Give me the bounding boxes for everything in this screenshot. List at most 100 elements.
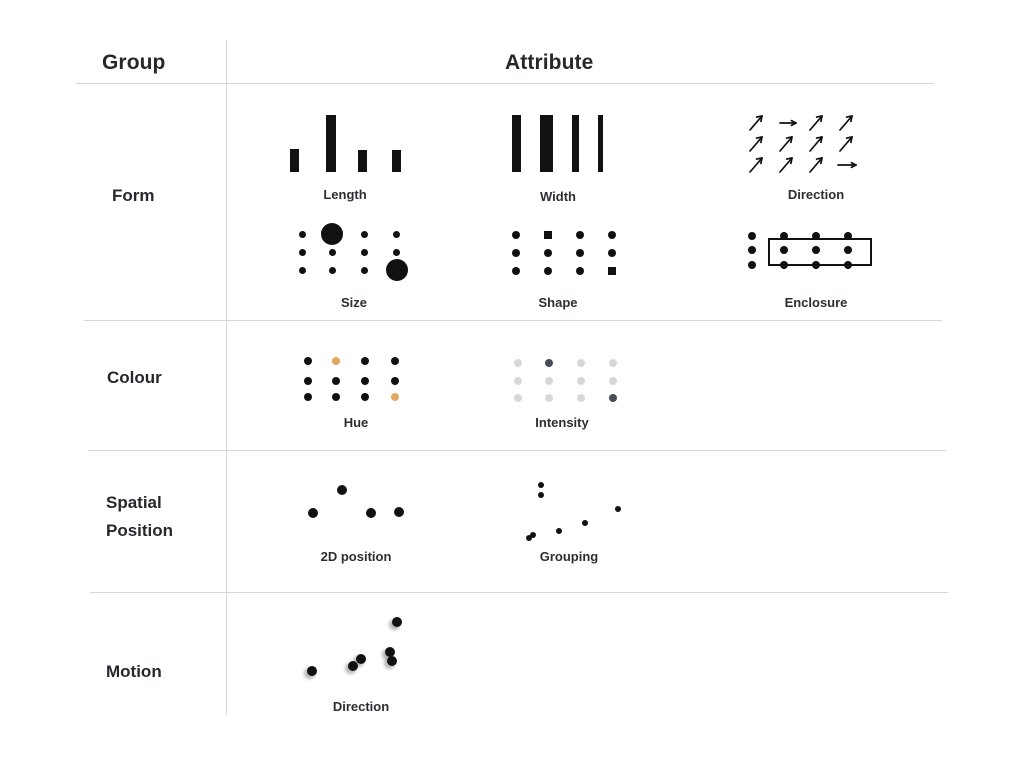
intensity-dot-r1c2-outlier	[545, 359, 553, 367]
size-dot-r2c2	[329, 249, 336, 256]
direction-arrow-grid	[749, 115, 857, 173]
size-dot-r2c3	[361, 249, 368, 256]
length-bar-4	[392, 150, 401, 172]
caption-size: Size	[340, 295, 367, 310]
intensity-dot-r3c4-outlier	[609, 394, 617, 402]
length-bar-3	[358, 150, 367, 172]
motion-dot-4	[356, 654, 366, 664]
intensity-dot-r2c3	[577, 377, 585, 385]
row-header-spatial-position: Spatial Position	[106, 489, 173, 545]
hue-dot-r2c2	[332, 377, 340, 385]
shape-square-r3c4-outlier	[608, 267, 616, 275]
grouping-dot-5	[556, 528, 562, 534]
arrow-r1c4	[839, 115, 853, 131]
intensity-dot-r1c3	[577, 359, 585, 367]
enclosure-dot-r2c1	[748, 246, 756, 254]
width-bar-4	[598, 115, 603, 172]
shape-dot-r1c3	[576, 231, 584, 239]
grouping-dot-4	[582, 520, 588, 526]
arrow-r2c4	[839, 136, 853, 152]
grouping-dot-2	[538, 492, 544, 498]
caption-direction-form: Direction	[787, 187, 845, 202]
intensity-dot-r1c4	[609, 359, 617, 367]
enclosure-dot-r3c2	[780, 261, 788, 269]
row-header-motion: Motion	[106, 662, 162, 681]
arrow-r3c4	[837, 161, 857, 169]
motion-dot-1	[392, 617, 402, 627]
hue-dot-r3c3	[361, 393, 369, 401]
intensity-dot-r3c2	[545, 394, 553, 402]
column-divider	[226, 40, 227, 715]
intensity-dot-r2c4	[609, 377, 617, 385]
grouping-dot-1	[538, 482, 544, 488]
enclosure-dot-r1c1	[748, 232, 756, 240]
caption-intensity: Intensity	[535, 415, 589, 430]
position2d-dot-1	[308, 508, 318, 518]
caption-shape: Shape	[538, 295, 578, 310]
enclosure-dot-r2c3	[812, 246, 820, 254]
hue-dot-r1c3	[361, 357, 369, 365]
size-dot-r1c1	[299, 231, 306, 238]
size-dot-r2c1	[299, 249, 306, 256]
arrow-r1c1	[749, 115, 763, 131]
size-dot-r3c4-outlier	[386, 259, 408, 281]
length-bar-2	[326, 115, 336, 172]
arrow-r3c1	[749, 157, 763, 173]
intensity-dot-r1c1	[514, 359, 522, 367]
size-dot-r2c4	[393, 249, 400, 256]
size-dot-r1c3	[361, 231, 368, 238]
hue-dot-r3c1	[304, 393, 312, 401]
shape-dot-r3c2	[544, 267, 552, 275]
motion-dot-6	[307, 666, 317, 676]
position2d-dot-4	[394, 507, 404, 517]
size-dot-r1c4	[393, 231, 400, 238]
enclosure-dot-r1c3	[812, 232, 820, 240]
shape-dot-r2c1	[512, 249, 520, 257]
caption-motion-direction: Direction	[332, 699, 390, 714]
motion-dot-5	[348, 661, 358, 671]
hue-dot-r1c2-outlier	[332, 357, 340, 365]
enclosure-dot-r3c3	[812, 261, 820, 269]
caption-length: Length	[323, 187, 367, 202]
width-bar-2	[540, 115, 553, 172]
shape-dot-r2c4	[608, 249, 616, 257]
hue-dot-r2c4	[391, 377, 399, 385]
shape-dot-r1c1	[512, 231, 520, 239]
hue-dot-r2c1	[304, 377, 312, 385]
arrow-r1c2	[779, 119, 797, 127]
caption-width: Width	[540, 189, 576, 204]
grouping-dot-7	[526, 535, 532, 541]
enclosure-dot-r3c1	[748, 261, 756, 269]
shape-dot-r2c2	[544, 249, 552, 257]
row-header-colour: Colour	[107, 368, 162, 387]
caption-enclosure: Enclosure	[784, 295, 848, 310]
arrow-r1c3	[809, 115, 823, 131]
intensity-dot-r3c1	[514, 394, 522, 402]
row-header-spatial-line1: Spatial	[106, 493, 162, 512]
column-header-attribute: Attribute	[505, 51, 594, 74]
caption-hue: Hue	[343, 415, 369, 430]
size-dot-r1c2-outlier	[321, 223, 343, 245]
hue-dot-r1c4	[391, 357, 399, 365]
arrow-r2c1	[749, 136, 763, 152]
caption-2d-position: 2D position	[320, 549, 392, 564]
shape-dot-r3c1	[512, 267, 520, 275]
row-header-spatial-line2: Position	[106, 521, 174, 541]
shape-dot-r1c4	[608, 231, 616, 239]
diagram-canvas: Group Attribute Form Colour Spatial Posi…	[0, 0, 1024, 768]
enclosure-dot-r2c2	[780, 246, 788, 254]
intensity-dot-r3c3	[577, 394, 585, 402]
grouping-dot-3	[615, 506, 621, 512]
hue-dot-r3c2	[332, 393, 340, 401]
length-bar-1	[290, 149, 299, 172]
enclosure-dot-r3c4	[844, 261, 852, 269]
caption-grouping: Grouping	[539, 549, 599, 564]
position2d-dot-2-outlier	[337, 485, 347, 495]
arrow-r2c2	[779, 136, 793, 152]
row-divider-spatial-motion	[90, 592, 948, 593]
hue-dot-r3c4-outlier	[391, 393, 399, 401]
width-bar-3	[572, 115, 579, 172]
shape-square-r1c2-outlier	[544, 231, 552, 239]
hue-dot-r2c3	[361, 377, 369, 385]
intensity-dot-r2c2	[545, 377, 553, 385]
